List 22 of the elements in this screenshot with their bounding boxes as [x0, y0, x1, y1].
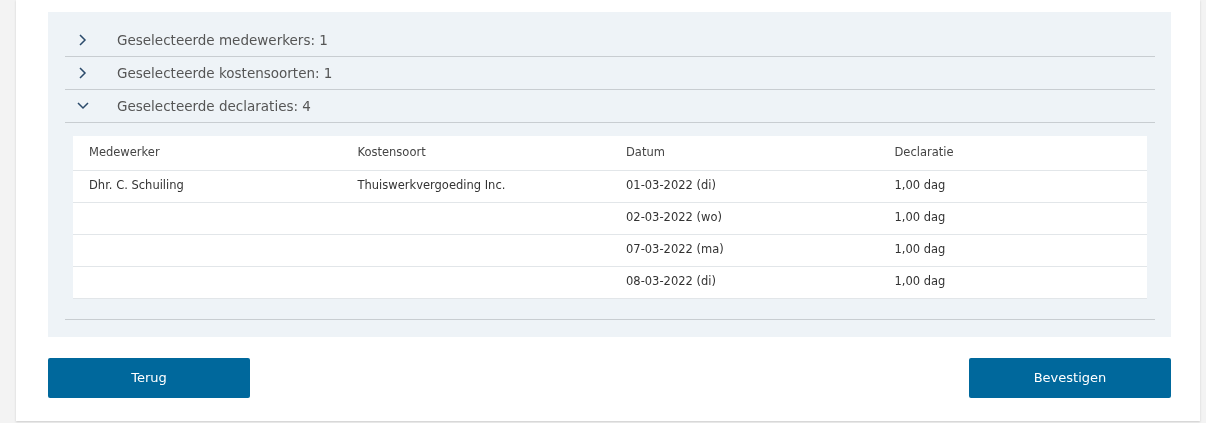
chevron-icon — [77, 102, 89, 110]
table-cell: 1,00 dag — [894, 210, 946, 225]
table-cell: Dhr. C. Schuiling — [89, 178, 184, 193]
column-header: Medewerker — [73, 136, 342, 170]
table-cell: 08-03-2022 (di) — [626, 274, 716, 289]
table-cell: 01-03-2022 (di) — [626, 178, 716, 193]
button[interactable]: Terug — [48, 358, 250, 398]
table-cell: 02-03-2022 (wo) — [626, 210, 722, 225]
table-cell: 1,00 dag — [894, 178, 946, 193]
chevron-icon — [79, 34, 87, 46]
button[interactable]: Bevestigen — [969, 358, 1171, 398]
accordion-header[interactable]: Geselecteerde medewerkers: 1 — [65, 24, 1155, 57]
table-cell: 1,00 dag — [894, 242, 946, 257]
table-cell: 07-03-2022 (ma) — [626, 242, 724, 257]
table-cell: Thuiswerkvergoeding Inc. — [357, 178, 506, 193]
chevron-icon — [79, 67, 87, 79]
accordion-header[interactable]: Geselecteerde kostensoorten: 1 — [65, 57, 1155, 90]
column-header: Declaratie — [878, 136, 1147, 170]
table-cell: 1,00 dag — [894, 274, 946, 289]
column-header: Kostensoort — [341, 136, 610, 170]
accordion-header[interactable]: Geselecteerde declaraties: 4 — [65, 90, 1155, 123]
column-header: Datum — [610, 136, 879, 170]
